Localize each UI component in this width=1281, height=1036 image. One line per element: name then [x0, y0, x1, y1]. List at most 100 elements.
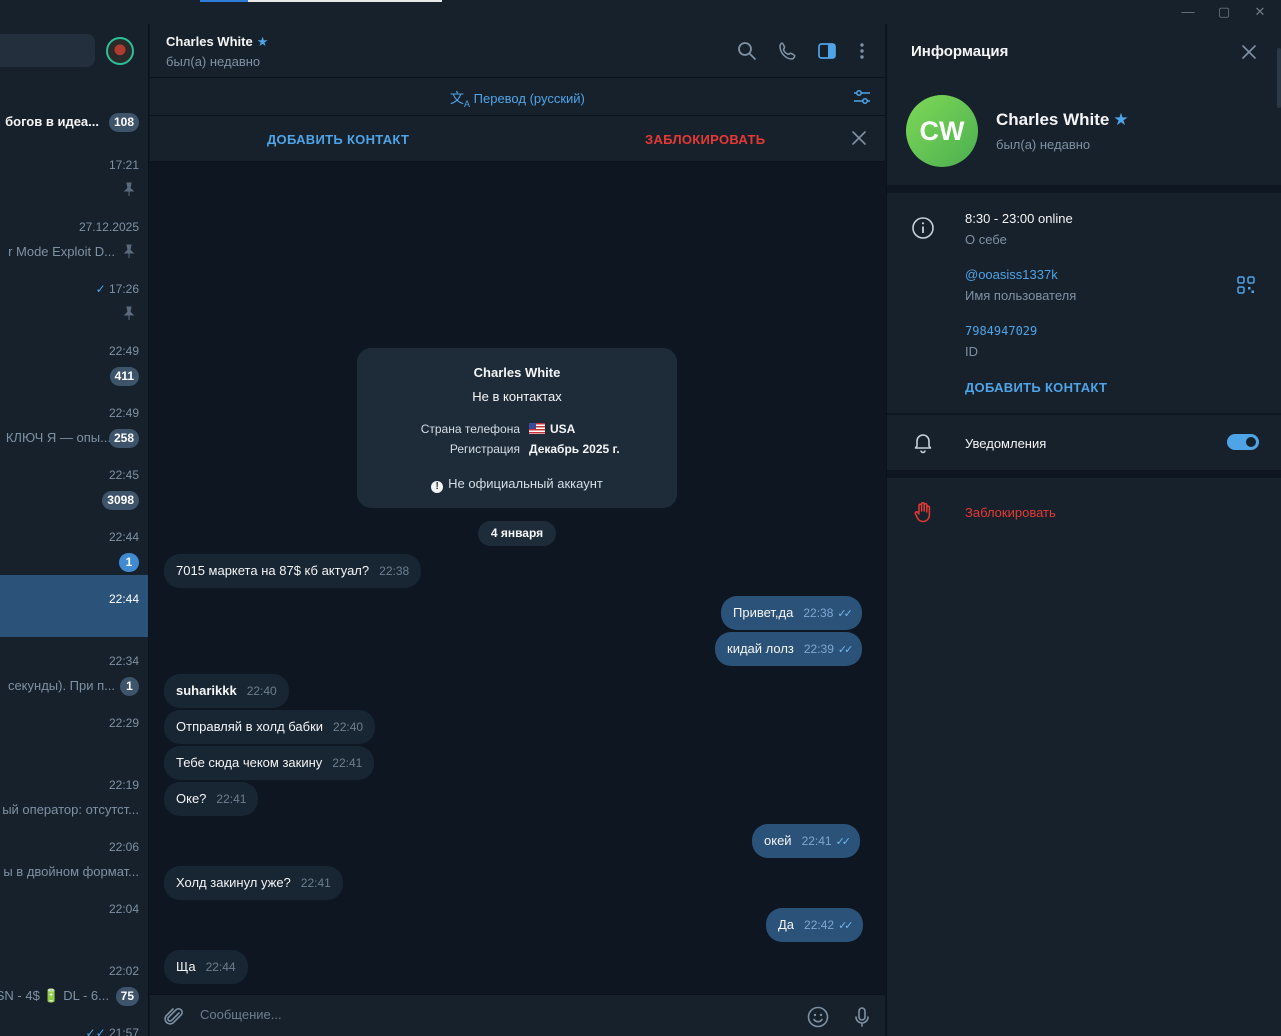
chat-list-item[interactable]: ✓✓ 21:57 [0, 1016, 148, 1036]
pin-icon [123, 244, 135, 258]
chat-list-item[interactable]: 27.12.2025 r Mode Exploit D... [0, 210, 148, 272]
chat-time: 22:29 [108, 716, 139, 730]
microphone-icon[interactable] [850, 1005, 874, 1029]
chat-search-input[interactable] [0, 34, 95, 67]
chat-peer-name[interactable]: Charles White ★ [166, 34, 268, 50]
chat-list-item[interactable]: 22:45 3098 [0, 458, 148, 520]
message-text: Отправляй в холд бабки [176, 719, 324, 734]
bio-label: О себе [965, 232, 1007, 247]
user-id-value[interactable]: 7984947029 [965, 324, 1037, 338]
peer-info-card: Charles White Не в контактах Страна теле… [357, 348, 677, 508]
contact-action-bar: ДОБАВИТЬ КОНТАКТ ЗАБЛОКИРОВАТЬ [150, 116, 885, 162]
username-label: Имя пользователя [965, 288, 1077, 303]
message-bubble-incoming[interactable]: Тебе сюда чеком закину 22:41 [164, 746, 375, 780]
chat-time: 22:49 [108, 406, 139, 420]
message-text: suharikkk [176, 683, 237, 698]
registration-label: Регистрация [449, 442, 520, 456]
message-bubble-outgoing[interactable]: Да 22:42 ✓✓ [766, 908, 863, 942]
message-bubble-outgoing[interactable]: окей 22:41 ✓✓ [752, 824, 861, 858]
message-time: 22:41 [300, 876, 331, 890]
pin-icon [123, 306, 135, 320]
chat-title: богов в идеа... [5, 114, 99, 129]
message-bubble-incoming[interactable]: Холд закинул уже? 22:41 [164, 866, 343, 900]
chat-time: 22:19 [108, 778, 139, 792]
qr-code-icon[interactable] [1237, 276, 1255, 294]
translate-button[interactable]: 文A Перевод (русский) [450, 88, 585, 109]
add-contact-button[interactable]: ДОБАВИТЬ КОНТАКТ [965, 380, 1107, 395]
chat-header[interactable]: Charles White ★ был(а) недавно [150, 24, 885, 78]
close-icon[interactable] [849, 128, 869, 148]
unofficial-account-note: ! Не официальный аккаунт [357, 476, 677, 493]
profile-name: Charles White ★ [996, 110, 1129, 130]
notifications-toggle[interactable] [1227, 434, 1259, 450]
section-divider [887, 185, 1281, 193]
search-icon[interactable] [736, 40, 758, 62]
emoji-icon[interactable] [806, 1005, 830, 1029]
minimize-button[interactable]: — [1178, 3, 1198, 21]
attach-icon[interactable] [162, 1005, 186, 1029]
username-value[interactable]: @ooasiss1337k [965, 267, 1058, 282]
avatar[interactable]: CW [906, 95, 978, 167]
message-bubble-incoming[interactable]: Оке? 22:41 [164, 782, 259, 816]
pin-icon [123, 182, 135, 196]
chat-list-item[interactable]: 22:04 [0, 892, 148, 954]
message-bubble-incoming[interactable]: 7015 маркета на 87$ кб актуал? 22:38 [164, 554, 422, 588]
chat-list-item[interactable]: 22:34 секунды). При п... 1 [0, 644, 148, 706]
chat-time: 22:02 [108, 964, 139, 978]
unread-badge: 258 [108, 429, 139, 448]
chat-list-item[interactable]: 22:49 КЛЮЧ Я — опы... 258 [0, 396, 148, 458]
translate-bar: 文A Перевод (русский) [150, 78, 885, 116]
translate-settings-icon[interactable] [851, 86, 873, 108]
unread-badge: 411 [109, 367, 139, 386]
chat-list-item[interactable]: 22:44 1 [0, 520, 148, 582]
chat-list-item[interactable]: 17:21 [0, 148, 148, 210]
translate-icon: 文A [450, 90, 471, 109]
message-bubble-incoming[interactable]: Ща 22:44 [164, 950, 248, 984]
message-time: 22:40 [246, 684, 277, 698]
message-bubble-incoming[interactable]: suharikkk 22:40 [164, 674, 289, 708]
chat-list-item[interactable]: 22:02 SN - 4$ 🔋 DL - 6... 75 [0, 954, 148, 1016]
double-check-icon: ✓✓ [837, 644, 854, 656]
chat-list-item[interactable]: 22:29 [0, 706, 148, 768]
chat-list-item[interactable]: 22:49 411 [0, 334, 148, 396]
notifications-label: Уведомления [965, 436, 1047, 451]
message-bubble-outgoing[interactable]: Привет,да 22:38 ✓✓ [721, 596, 862, 630]
block-button[interactable]: ЗАБЛОКИРОВАТЬ [645, 132, 765, 147]
chat-list-sidebar: богов в идеа... 108 17:21 27.12.2025 r M… [0, 24, 149, 1036]
message-list[interactable]: Charles White Не в контактах Страна теле… [150, 162, 885, 994]
maximize-button[interactable]: ▢ [1214, 3, 1234, 21]
chat-list-item[interactable]: ✓ 17:26 [0, 272, 148, 334]
message-text: Тебе сюда чеком закину [176, 755, 323, 770]
block-user-button[interactable]: Заблокировать [965, 505, 1056, 520]
chat-list-item-active[interactable]: 22:44 [0, 575, 148, 637]
info-icon [911, 216, 935, 240]
message-time: 22:38 [379, 564, 410, 578]
chat-list-item[interactable]: 22:06 ы в двойном формат... [0, 830, 148, 892]
message-text: Ща [176, 959, 196, 974]
bio-value[interactable]: 8:30 - 23:00 online [965, 211, 1073, 226]
message-time: 22:39 [803, 642, 834, 656]
titlebar-tab-indicator [200, 0, 248, 2]
message-time: 22:38 [803, 606, 834, 620]
double-check-icon: ✓✓ [838, 920, 854, 932]
message-input[interactable]: Сообщение... [200, 1007, 282, 1022]
add-contact-button[interactable]: ДОБАВИТЬ КОНТАКТ [267, 132, 409, 147]
more-icon[interactable] [851, 40, 873, 62]
phone-icon[interactable] [777, 40, 799, 62]
message-bubble-outgoing[interactable]: кидай лолз 22:39 ✓✓ [715, 632, 863, 666]
chat-time: 22:04 [108, 902, 139, 916]
chat-list-item[interactable]: 22:19 ый оператор: отсутст... [0, 768, 148, 830]
phone-country-text: USA [550, 422, 576, 436]
peer-info-contact-status: Не в контактах [472, 389, 562, 404]
scrollbar[interactable] [1277, 48, 1281, 108]
window-close-button[interactable]: ✕ [1250, 3, 1270, 21]
chat-preview: КЛЮЧ Я — опы... [5, 430, 111, 445]
message-text: 7015 маркета на 87$ кб актуал? [176, 563, 370, 578]
chat-peer-status: был(а) недавно [166, 54, 261, 69]
message-bubble-incoming[interactable]: Отправляй в холд бабки 22:40 [164, 710, 376, 744]
message-text: Да [778, 917, 795, 932]
sidebar-toggle-icon[interactable] [816, 40, 838, 62]
account-avatar[interactable] [106, 37, 134, 65]
close-icon[interactable] [1239, 42, 1259, 62]
block-hand-icon [911, 500, 935, 524]
